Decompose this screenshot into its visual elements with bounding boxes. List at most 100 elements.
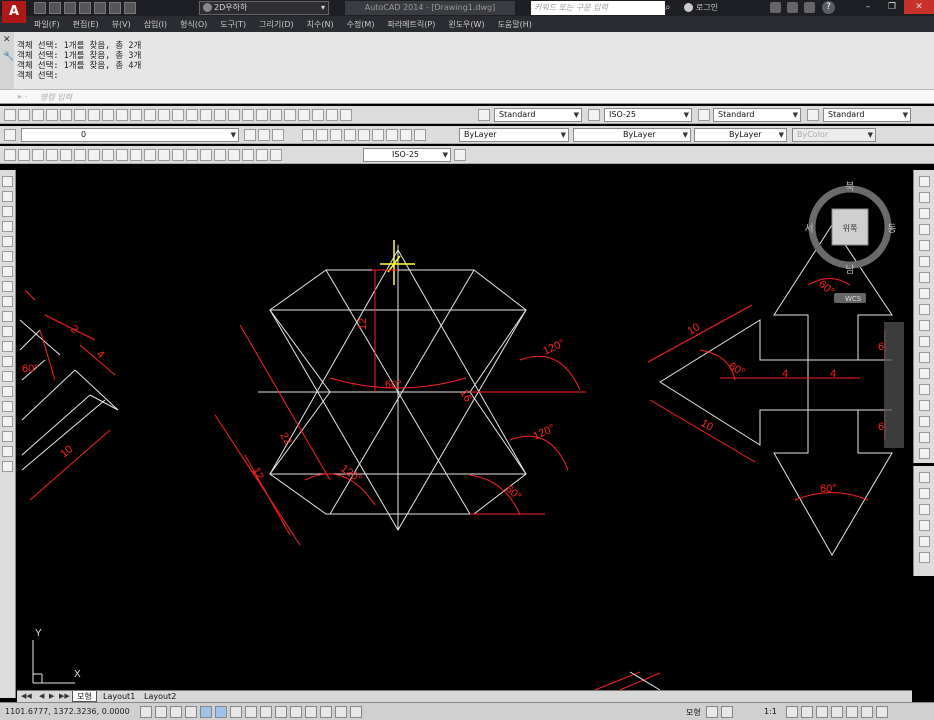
plot-icon[interactable]: [46, 109, 58, 121]
design-center-icon[interactable]: [270, 109, 282, 121]
command-line-input[interactable]: ▸ - 명령 입력: [0, 89, 934, 104]
make-block-icon[interactable]: [2, 356, 13, 367]
mleader-style-dropdown[interactable]: Standard ▼: [823, 108, 911, 122]
spell-check-icon[interactable]: [330, 129, 342, 141]
wrench-icon[interactable]: 🔧: [3, 52, 14, 62]
grid-icon[interactable]: [170, 706, 182, 718]
quick-properties-icon[interactable]: [320, 706, 332, 718]
undo-icon[interactable]: [172, 109, 184, 121]
rotate-icon[interactable]: [919, 272, 930, 283]
menu-edit[interactable]: 편집(E): [73, 19, 99, 30]
minimize-button[interactable]: –: [856, 0, 880, 14]
restore-button[interactable]: ❐: [880, 0, 904, 14]
auto-scale-icon[interactable]: [801, 706, 813, 718]
zoom-realtime-icon[interactable]: [214, 109, 226, 121]
snap-icon[interactable]: [155, 706, 167, 718]
copy-object-icon[interactable]: [919, 192, 930, 203]
menu-modify[interactable]: 수정(M): [347, 19, 375, 30]
zoom-previous-icon[interactable]: [242, 109, 254, 121]
dim-text-edit-icon[interactable]: [256, 149, 268, 161]
jogged-linear-icon[interactable]: [228, 149, 240, 161]
extend-icon[interactable]: [919, 336, 930, 347]
fillet-icon[interactable]: [919, 416, 930, 427]
array-icon[interactable]: [919, 240, 930, 251]
dim-edit-icon[interactable]: [242, 149, 254, 161]
send-under-icon[interactable]: [919, 520, 930, 531]
dim-space-icon[interactable]: [158, 149, 170, 161]
menu-format[interactable]: 형식(O): [180, 19, 207, 30]
sheet-set-icon[interactable]: [298, 109, 310, 121]
radius-icon[interactable]: [60, 149, 72, 161]
properties-icon[interactable]: [256, 109, 268, 121]
annotation-scale[interactable]: 1:1: [764, 707, 777, 716]
new-icon[interactable]: [34, 2, 46, 14]
tab-layout1[interactable]: Layout1: [99, 691, 139, 702]
angular-icon[interactable]: [102, 149, 114, 161]
connect-icon[interactable]: [787, 2, 798, 13]
inspection-icon[interactable]: [214, 149, 226, 161]
layer-dropdown[interactable]: 0 ▼: [21, 128, 239, 142]
paste-icon[interactable]: [130, 109, 142, 121]
quick-view-layouts-icon[interactable]: [706, 706, 718, 718]
cut-icon[interactable]: [102, 109, 114, 121]
dyn-icon[interactable]: [275, 706, 287, 718]
hatch-icon[interactable]: [2, 386, 13, 397]
rectangle-icon[interactable]: [2, 236, 13, 247]
explode-icon[interactable]: [919, 448, 930, 459]
menu-draw[interactable]: 그리기(D): [259, 19, 293, 30]
lineweight-toggle-icon[interactable]: [290, 706, 302, 718]
exchange-icon[interactable]: [770, 2, 781, 13]
gradient-icon[interactable]: [2, 401, 13, 412]
mirror-icon[interactable]: [919, 208, 930, 219]
ellipse-arc-icon[interactable]: [2, 326, 13, 337]
stay-connected-icon[interactable]: [804, 2, 815, 13]
construction-line-icon[interactable]: [2, 191, 13, 202]
make-current-icon[interactable]: [244, 129, 256, 141]
drawing-canvas[interactable]: 10 4 2 60° 12 60° 16 120° 22 12 120° 120…: [17, 170, 912, 690]
move-icon[interactable]: [919, 256, 930, 267]
blend-icon[interactable]: [919, 432, 930, 443]
block-editor-icon[interactable]: [158, 109, 170, 121]
undo-icon[interactable]: [94, 2, 106, 14]
zoom-window-icon[interactable]: [228, 109, 240, 121]
diameter-icon[interactable]: [88, 149, 100, 161]
hardware-acceleration-icon[interactable]: [846, 706, 858, 718]
menu-help[interactable]: 도움말(H): [498, 19, 532, 30]
convert-text-icon[interactable]: [414, 129, 426, 141]
lineweight-dropdown[interactable]: ByLayer ▼: [694, 128, 787, 142]
copy-icon[interactable]: [116, 109, 128, 121]
bring-front-icon[interactable]: [919, 472, 930, 483]
redo-icon[interactable]: [186, 109, 198, 121]
compass-south[interactable]: 남: [845, 264, 854, 276]
dim-style-dropdown-2[interactable]: ISO-25 ▼: [363, 148, 451, 162]
coordinates-readout[interactable]: 1101.6777, 1372.3236, 0.0000: [5, 707, 130, 716]
send-back-icon[interactable]: [919, 488, 930, 499]
compass-north[interactable]: 북: [845, 181, 854, 193]
prev-tab-icon[interactable]: ◀: [39, 692, 44, 700]
open-icon[interactable]: [18, 109, 30, 121]
new-icon[interactable]: [4, 109, 16, 121]
menu-file[interactable]: 파일(F): [34, 19, 60, 30]
isolate-objects-icon[interactable]: [861, 706, 873, 718]
help-icon[interactable]: [340, 109, 352, 121]
line-icon[interactable]: [2, 176, 13, 187]
compass-west[interactable]: 서: [804, 223, 813, 235]
point-icon[interactable]: [2, 371, 13, 382]
quick-view-drawings-icon[interactable]: [721, 706, 733, 718]
menu-dimension[interactable]: 치수(N): [307, 19, 334, 30]
trim-icon[interactable]: [919, 320, 930, 331]
tab-layout2[interactable]: Layout2: [140, 691, 180, 702]
layer-state-icon[interactable]: [272, 129, 284, 141]
menu-insert[interactable]: 삽입(I): [144, 19, 167, 30]
navigation-bar[interactable]: [884, 322, 904, 448]
justify-text-icon[interactable]: [386, 129, 398, 141]
text-style-dropdown[interactable]: Standard ▼: [494, 108, 582, 122]
table-style-dropdown[interactable]: Standard ▼: [713, 108, 801, 122]
quick-dim-icon[interactable]: [116, 149, 128, 161]
menu-tools[interactable]: 도구(T): [220, 19, 246, 30]
text-style-icon[interactable]: [302, 129, 314, 141]
menu-view[interactable]: 뷰(V): [112, 19, 131, 30]
chamfer-icon[interactable]: [919, 400, 930, 411]
plot-icon[interactable]: [124, 2, 136, 14]
lock-icon[interactable]: [831, 706, 843, 718]
